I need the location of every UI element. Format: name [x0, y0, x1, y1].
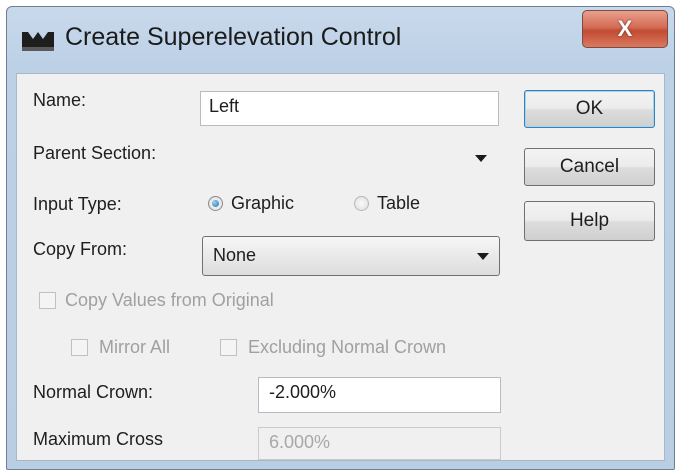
parent-section-dropdown[interactable] — [200, 140, 499, 174]
dialog-body: Name: Left Parent Section: Input Type: G… — [16, 73, 665, 461]
name-field[interactable]: Left — [200, 91, 499, 126]
app-icon — [22, 32, 54, 51]
close-button[interactable]: X — [582, 10, 668, 48]
copy-values-checkbox[interactable] — [39, 292, 56, 309]
dialog-window: Create Superelevation Control X Name: Le… — [6, 6, 675, 470]
table-radio-label[interactable]: Table — [377, 193, 420, 214]
maximum-cross-label: Maximum Cross — [33, 429, 164, 449]
title-bar: Create Superelevation Control X — [7, 7, 674, 71]
normal-crown-label: Normal Crown: — [33, 382, 154, 402]
normal-crown-field[interactable]: -2.000% — [258, 377, 501, 413]
ok-button[interactable]: OK — [524, 90, 655, 128]
copy-from-dropdown[interactable]: None — [202, 236, 500, 276]
mirror-all-checkbox[interactable] — [71, 339, 88, 356]
graphic-radio-label[interactable]: Graphic — [231, 193, 294, 214]
help-button[interactable]: Help — [524, 201, 655, 241]
parent-section-label: Parent Section: — [33, 143, 157, 163]
graphic-radio[interactable] — [208, 196, 223, 211]
mirror-all-label: Mirror All — [99, 337, 170, 357]
chevron-down-icon — [477, 253, 489, 260]
copy-from-value: None — [213, 245, 257, 265]
maximum-cross-field: 6.000% — [258, 427, 501, 460]
copy-from-label: Copy From: — [33, 239, 128, 259]
excluding-normal-crown-checkbox[interactable] — [220, 339, 237, 356]
close-icon: X — [617, 16, 633, 41]
copy-values-label: Copy Values from Original — [65, 290, 274, 310]
chevron-down-icon — [475, 155, 487, 162]
name-label: Name: — [33, 90, 87, 110]
excluding-normal-crown-label: Excluding Normal Crown — [248, 337, 447, 357]
window-title: Create Superelevation Control — [65, 23, 402, 51]
cancel-button[interactable]: Cancel — [524, 148, 655, 186]
input-type-label: Input Type: — [33, 194, 122, 214]
table-radio[interactable] — [354, 196, 369, 211]
